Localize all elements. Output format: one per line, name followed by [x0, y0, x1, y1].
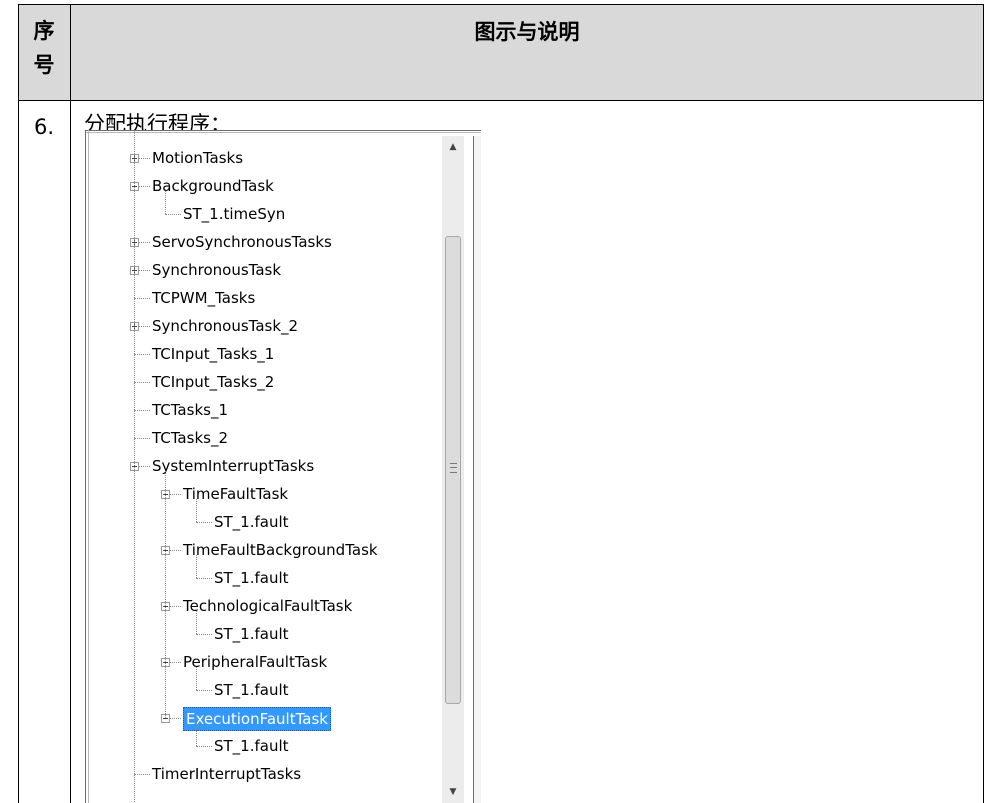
tree-connector: [134, 382, 150, 383]
tree-item[interactable]: TCPWM_Tasks: [152, 284, 255, 312]
tree-connector: [196, 634, 212, 635]
tree-connector: [165, 191, 166, 214]
table-border-top: [18, 4, 984, 5]
tree-item[interactable]: ST_1.fault: [214, 676, 289, 704]
tree-connector: [196, 690, 212, 691]
tree-connector: [165, 214, 181, 215]
tree-connector: [139, 326, 150, 327]
tree-item[interactable]: ST_1.fault: [214, 732, 289, 760]
tree-item[interactable]: TimeFaultTask: [183, 480, 288, 508]
tree-item[interactable]: MotionTasks: [152, 144, 243, 172]
tree-item[interactable]: ST_1.fault: [214, 564, 289, 592]
tree-item[interactable]: ST_1.fault: [214, 508, 289, 536]
step-number: 6.: [33, 115, 55, 139]
tree-connector: [139, 270, 150, 271]
table-column-divider: [70, 4, 71, 803]
tree-connector: [139, 242, 150, 243]
tree-connector: [196, 555, 197, 578]
tree-connector: [139, 158, 150, 159]
tree-connector: [165, 471, 166, 718]
tree-item[interactable]: ST_1.timeSyn: [183, 200, 285, 228]
scroll-down-icon[interactable]: ▼: [442, 781, 464, 803]
tree-item[interactable]: TimerInterruptTasks: [152, 760, 301, 788]
tree-connector: [134, 354, 150, 355]
tree-item[interactable]: TimeFaultBackgroundTask: [183, 536, 378, 564]
header-illustration-description: 图示与说明: [474, 20, 580, 44]
scrollbar-thumb[interactable]: [445, 236, 461, 704]
tree-item[interactable]: TCInput_Tasks_2: [152, 368, 274, 396]
tree-connector: [196, 746, 212, 747]
header-sequence-number: 序 号: [33, 19, 55, 77]
tree-connector: [134, 438, 150, 439]
tree-item[interactable]: TCInput_Tasks_1: [152, 340, 274, 368]
tree-item[interactable]: SynchronousTask: [152, 256, 281, 284]
task-tree-panel: MotionTasks BackgroundTask ST_1.timeSyn Ser…: [85, 130, 481, 803]
tree-connector: [170, 550, 181, 551]
table-header-divider: [18, 100, 984, 101]
tree-connector: [170, 662, 181, 663]
tree-item[interactable]: ServoSynchronousTasks: [152, 228, 332, 256]
tree-connector: [134, 130, 135, 803]
tree-item[interactable]: SystemInterruptTasks: [152, 452, 314, 480]
tree-connector: [196, 667, 197, 690]
tree-item[interactable]: PeripheralFaultTask: [183, 648, 327, 676]
panel-top-edge: [85, 130, 481, 133]
tree-item[interactable]: TCTasks_2: [152, 424, 228, 452]
tree-connector: [196, 578, 212, 579]
tree-connector: [196, 522, 212, 523]
tree-connector: [170, 606, 181, 607]
grip-icon: [450, 463, 457, 473]
panel-right-edge: [473, 136, 481, 803]
panel-left-edge: [85, 130, 89, 803]
tree-connector: [170, 718, 181, 719]
tree-connector: [170, 494, 181, 495]
tree-connector: [134, 774, 150, 775]
tree-item[interactable]: TCTasks_1: [152, 396, 228, 424]
scroll-up-icon[interactable]: ▲: [442, 136, 464, 158]
tree-item-selected[interactable]: ExecutionFaultTask: [183, 707, 331, 731]
tree-connector: [139, 466, 150, 467]
tree-connector: [196, 611, 197, 634]
tree-item[interactable]: BackgroundTask: [152, 172, 274, 200]
tree-connector: [196, 499, 197, 522]
tree-connector: [134, 410, 150, 411]
tree-connector: [139, 186, 150, 187]
tree-connector: [134, 298, 150, 299]
tree-item[interactable]: ST_1.fault: [214, 620, 289, 648]
tree-item[interactable]: SynchronousTask_2: [152, 312, 298, 340]
vertical-scrollbar[interactable]: ▲ ▼: [442, 136, 464, 803]
tree-item[interactable]: TechnologicalFaultTask: [183, 592, 352, 620]
table-border-right: [983, 4, 984, 803]
tree-connector: [196, 723, 197, 746]
